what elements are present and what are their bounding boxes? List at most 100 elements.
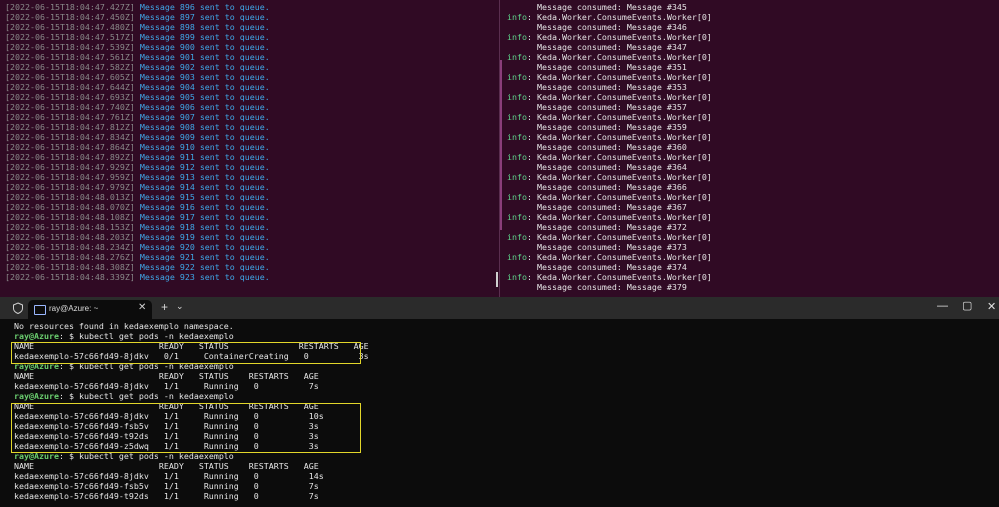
log-message: Message 897 sent to queue. [139, 12, 270, 22]
log-text: Message consumed: Message #357 [507, 102, 687, 112]
consumer-log-line: Message consumed: Message #373 [507, 242, 712, 252]
output-line: No resources found in kedaexemplo namesp… [14, 321, 369, 331]
tab-close-button[interactable]: ✕ [138, 302, 146, 313]
terminal-icon [34, 305, 46, 315]
output-text: kedaexemplo-57c66fd49-fsb5v 1/1 Running … [14, 481, 319, 491]
producer-log-line: [2022-06-15T18:04:47.959Z] Message 913 s… [5, 172, 270, 182]
log-timestamp: [2022-06-15T18:04:48.070Z] [5, 202, 135, 212]
producer-log-line: [2022-06-15T18:04:48.070Z] Message 916 s… [5, 202, 270, 212]
log-text: Message consumed: Message #367 [507, 202, 687, 212]
consumer-log-line: info: Keda.Worker.ConsumeEvents.Worker[0… [507, 212, 712, 222]
producer-log-line: [2022-06-15T18:04:47.427Z] Message 896 s… [5, 2, 270, 12]
log-level: info [507, 32, 527, 42]
consumer-log-line: Message consumed: Message #351 [507, 62, 712, 72]
output-line: NAME READY STATUS RESTARTS AGE [14, 461, 369, 471]
producer-log-line: [2022-06-15T18:04:47.892Z] Message 911 s… [5, 152, 270, 162]
tab-terminal[interactable]: ray@Azure: ~ ✕ [28, 300, 152, 319]
producer-log-line: [2022-06-15T18:04:47.539Z] Message 900 s… [5, 42, 270, 52]
consumer-log-line: info: Keda.Worker.ConsumeEvents.Worker[0… [507, 32, 712, 42]
consumer-log-line: Message consumed: Message #346 [507, 22, 712, 32]
log-text: : Keda.Worker.ConsumeEvents.Worker[0] [526, 72, 712, 82]
tab-dropdown-button[interactable]: ⌄ [176, 301, 184, 312]
maximize-button[interactable]: ▢ [962, 299, 972, 312]
log-timestamp: [2022-06-15T18:04:47.693Z] [5, 92, 135, 102]
log-message: Message 911 sent to queue. [139, 152, 270, 162]
output-line: kedaexemplo-57c66fd49-t92ds 1/1 Running … [14, 491, 369, 501]
log-message: Message 909 sent to queue. [139, 132, 270, 142]
log-level: info [507, 272, 527, 282]
command-line: ray@Azure: $ kubectl get pods -n kedaexe… [14, 331, 369, 341]
producer-terminal-pane[interactable]: [2022-06-15T18:04:47.427Z] Message 896 s… [0, 0, 498, 297]
log-timestamp: [2022-06-15T18:04:47.929Z] [5, 162, 135, 172]
log-message: Message 914 sent to queue. [139, 182, 270, 192]
minimize-button[interactable]: — [937, 300, 948, 312]
title-bar[interactable]: ray@Azure: ~ ✕ + ⌄ — ▢ ✕ [0, 297, 999, 319]
log-text: Message consumed: Message #373 [507, 242, 687, 252]
producer-log-line: [2022-06-15T18:04:48.153Z] Message 918 s… [5, 222, 270, 232]
close-window-button[interactable]: ✕ [987, 300, 996, 313]
consumer-log-line: info: Keda.Worker.ConsumeEvents.Worker[0… [507, 92, 712, 102]
log-timestamp: [2022-06-15T18:04:47.450Z] [5, 12, 135, 22]
producer-log-line: [2022-06-15T18:04:47.561Z] Message 901 s… [5, 52, 270, 62]
log-level: info [507, 112, 527, 122]
consumer-log-line: Message consumed: Message #353 [507, 82, 712, 92]
scroll-marker [500, 60, 502, 230]
producer-log-line: [2022-06-15T18:04:47.605Z] Message 903 s… [5, 72, 270, 82]
producer-log-line: [2022-06-15T18:04:47.582Z] Message 902 s… [5, 62, 270, 72]
log-text: : Keda.Worker.ConsumeEvents.Worker[0] [526, 232, 712, 242]
producer-log-line: [2022-06-15T18:04:48.108Z] Message 917 s… [5, 212, 270, 222]
log-text: : Keda.Worker.ConsumeEvents.Worker[0] [526, 152, 712, 162]
log-timestamp: [2022-06-15T18:04:48.203Z] [5, 232, 135, 242]
producer-log-line: [2022-06-15T18:04:47.864Z] Message 910 s… [5, 142, 270, 152]
consumer-log-line: Message consumed: Message #360 [507, 142, 712, 152]
producer-log-line: [2022-06-15T18:04:48.013Z] Message 915 s… [5, 192, 270, 202]
log-level: info [507, 152, 527, 162]
log-timestamp: [2022-06-15T18:04:47.480Z] [5, 22, 135, 32]
log-message: Message 921 sent to queue. [139, 252, 270, 262]
output-text: kedaexemplo-57c66fd49-8jdkv 1/1 Running … [14, 471, 324, 481]
tab-title: ray@Azure: ~ [49, 304, 99, 313]
log-timestamp: [2022-06-15T18:04:47.892Z] [5, 152, 135, 162]
log-text: Message consumed: Message #360 [507, 142, 687, 152]
log-timestamp: [2022-06-15T18:04:48.234Z] [5, 242, 135, 252]
log-level: info [507, 252, 527, 262]
log-message: Message 922 sent to queue. [139, 262, 270, 272]
log-message: Message 898 sent to queue. [139, 22, 270, 32]
log-text: Message consumed: Message #364 [507, 162, 687, 172]
producer-log-line: [2022-06-15T18:04:47.929Z] Message 912 s… [5, 162, 270, 172]
consumer-terminal-pane[interactable]: Message consumed: Message #345 info: Keda… [501, 0, 999, 297]
log-message: Message 912 sent to queue. [139, 162, 270, 172]
log-message: Message 896 sent to queue. [139, 2, 270, 12]
consumer-log-line: Message consumed: Message #359 [507, 122, 712, 132]
log-level: info [507, 132, 527, 142]
log-level: info [507, 52, 527, 62]
log-text: : Keda.Worker.ConsumeEvents.Worker[0] [526, 12, 712, 22]
producer-log-line: [2022-06-15T18:04:47.480Z] Message 898 s… [5, 22, 270, 32]
log-text: Message consumed: Message #353 [507, 82, 687, 92]
log-message: Message 910 sent to queue. [139, 142, 270, 152]
new-tab-button[interactable]: + [161, 300, 168, 314]
log-text: : Keda.Worker.ConsumeEvents.Worker[0] [526, 272, 712, 282]
output-line: kedaexemplo-57c66fd49-8jdkv 1/1 Running … [14, 471, 369, 481]
highlight-box-scaled [11, 403, 361, 453]
producer-log-line: [2022-06-15T18:04:47.761Z] Message 907 s… [5, 112, 270, 122]
log-text: Message consumed: Message #345 [507, 2, 687, 12]
output-line: NAME READY STATUS RESTARTS AGE [14, 371, 369, 381]
log-level: info [507, 192, 527, 202]
log-message: Message 916 sent to queue. [139, 202, 270, 212]
log-message: Message 902 sent to queue. [139, 62, 270, 72]
log-timestamp: [2022-06-15T18:04:47.517Z] [5, 32, 135, 42]
log-timestamp: [2022-06-15T18:04:47.959Z] [5, 172, 135, 182]
log-timestamp: [2022-06-15T18:04:47.605Z] [5, 72, 135, 82]
log-level: info [507, 212, 527, 222]
consumer-log-line: info: Keda.Worker.ConsumeEvents.Worker[0… [507, 252, 712, 262]
log-text: : Keda.Worker.ConsumeEvents.Worker[0] [526, 172, 712, 182]
consumer-log-line: Message consumed: Message #367 [507, 202, 712, 212]
log-message: Message 905 sent to queue. [139, 92, 270, 102]
log-timestamp: [2022-06-15T18:04:48.153Z] [5, 222, 135, 232]
consumer-log-line: info: Keda.Worker.ConsumeEvents.Worker[0… [507, 172, 712, 182]
consumer-log-line: info: Keda.Worker.ConsumeEvents.Worker[0… [507, 192, 712, 202]
output-text: kedaexemplo-57c66fd49-8jdkv 1/1 Running … [14, 381, 319, 391]
log-level: info [507, 232, 527, 242]
output-text: kedaexemplo-57c66fd49-t92ds 1/1 Running … [14, 491, 319, 501]
